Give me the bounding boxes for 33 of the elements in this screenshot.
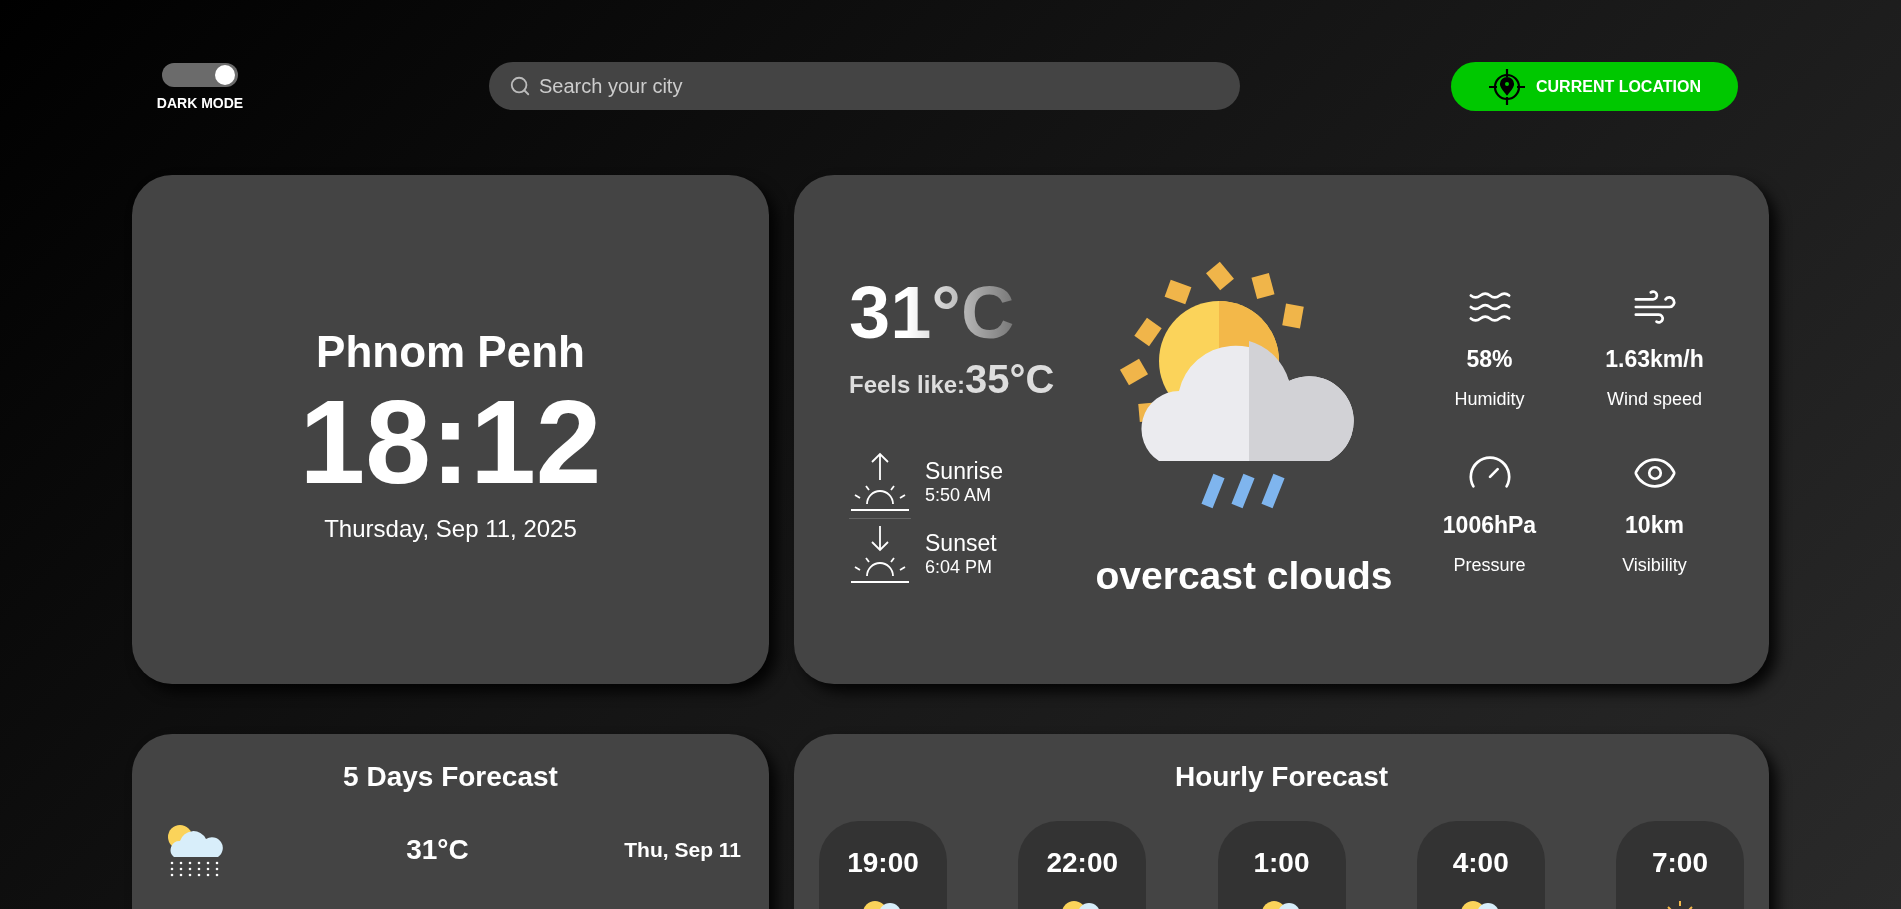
day-temperature: 31°C bbox=[406, 834, 469, 866]
sun-event-label: Sunset bbox=[925, 529, 997, 557]
stat-label: Wind speed bbox=[1606, 388, 1703, 410]
stat-label: Humidity bbox=[1454, 388, 1525, 410]
sun-event-label: Sunrise bbox=[925, 457, 1003, 485]
city-name: Phnom Penh bbox=[316, 326, 585, 377]
hour-time: 4:00 bbox=[1452, 847, 1509, 879]
hour-time: 22:00 bbox=[1046, 847, 1119, 879]
stat-value: 1.63km/h bbox=[1605, 345, 1704, 373]
day-date: Thu, Sep 11 bbox=[624, 838, 741, 862]
dark-mode-toggle[interactable] bbox=[162, 63, 238, 87]
toggle-label: DARK MODE bbox=[156, 95, 244, 111]
weather-description: overcast clouds bbox=[1095, 554, 1393, 598]
location-crosshair-icon bbox=[1488, 67, 1526, 106]
hour-time: 1:00 bbox=[1253, 847, 1310, 879]
current-location-button[interactable]: CURRENT LOCATION bbox=[1451, 62, 1738, 111]
stat-value: 1006hPa bbox=[1442, 511, 1537, 539]
hour-time: 7:00 bbox=[1651, 847, 1708, 879]
stat-label: Pressure bbox=[1453, 554, 1526, 576]
stat-value: 58% bbox=[1466, 345, 1513, 373]
search-icon bbox=[509, 75, 531, 97]
card-title: Hourly Forecast bbox=[1173, 760, 1390, 793]
sun-event-time: 6:04 PM bbox=[925, 556, 994, 578]
feels-like-label: Feels like: bbox=[849, 370, 966, 399]
hour-time: 19:00 bbox=[847, 847, 919, 879]
stat-value: 10km bbox=[1625, 511, 1684, 539]
local-date: Thursday, Sep 11, 2025 bbox=[324, 514, 577, 543]
stat-label: Visibility bbox=[1622, 554, 1687, 576]
sun-event-time: 5:50 AM bbox=[925, 484, 993, 506]
feels-like-value: 35°C bbox=[965, 356, 1055, 402]
local-time: 18:12 bbox=[299, 382, 602, 501]
card-title: 5 Days Forecast bbox=[342, 760, 559, 793]
search-field[interactable]: Search your city bbox=[489, 62, 1240, 110]
